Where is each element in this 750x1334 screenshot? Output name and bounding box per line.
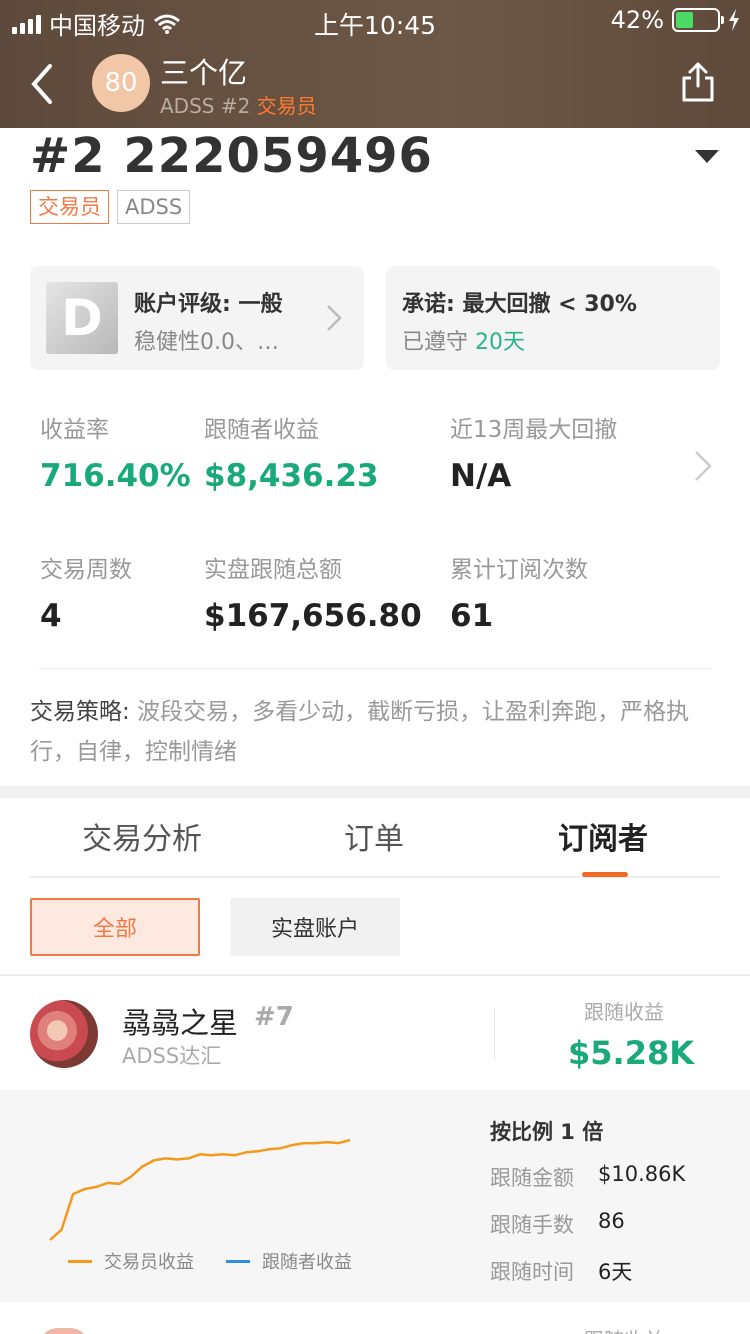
tab-bar: 交易分析 订单 订阅者 (30, 798, 720, 878)
promise-card: 承诺: 最大回撤 < 30% 已遵守 20天 (386, 266, 720, 370)
detail-label-time: 跟随时间 (490, 1260, 574, 1284)
strategy-key: 交易策略: (30, 699, 130, 725)
battery-icon (672, 8, 724, 32)
rating-sub: 稳健性0.0、… (134, 330, 279, 355)
tab-subscribers[interactable]: 订阅者 (558, 814, 648, 858)
trader-role: 交易员 (256, 94, 317, 118)
detail-value-lots: 86 (598, 1209, 625, 1233)
subscriber-profit-chart (49, 1138, 351, 1241)
detail-label-amount: 跟随金额 (490, 1166, 574, 1190)
trader-broker: ADSS (160, 94, 215, 118)
legend-label-trader: 交易员收益 (104, 1252, 194, 1273)
stat-label-follower-profit: 跟随者收益 (204, 417, 319, 443)
rating-card[interactable]: D 账户评级: 一般 稳健性0.0、… (30, 266, 364, 370)
tab-indicator (582, 872, 628, 877)
subscriber-earn-label: 跟随收益 (584, 1000, 664, 1024)
detail-value-amount: $10.86K (598, 1162, 686, 1186)
trader-avatar[interactable]: 80 (92, 54, 150, 112)
stat-label-weeks: 交易周数 (40, 557, 132, 583)
filter-real-account[interactable]: 实盘账户 (230, 898, 400, 956)
legend-label-follower: 跟随者收益 (262, 1252, 352, 1273)
divider (38, 668, 712, 669)
legend-swatch-trader (68, 1259, 92, 1263)
stat-value-follower-profit: $8,436.23 (204, 458, 379, 494)
next-subscriber-avatar[interactable] (38, 1328, 90, 1334)
battery-group: 42% (611, 6, 740, 34)
rating-title: 账户评级: 一般 (134, 292, 283, 317)
back-arrow-icon[interactable] (26, 62, 66, 106)
tab-analysis[interactable]: 交易分析 (82, 814, 202, 858)
battery-percent: 42% (610, 6, 664, 34)
subscriber-name: 骉骉之星 (122, 1006, 239, 1040)
promise-sub: 已遵守 20天 (402, 324, 525, 356)
next-earn-label: 跟随收益 (584, 1324, 664, 1334)
stat-value-follow-total: $167,656.80 (204, 598, 422, 634)
stat-value-weeks: 4 (40, 598, 62, 634)
promise-title: 承诺: 最大回撤 < 30% (402, 292, 637, 317)
stat-label-follow-total: 实盘跟随总额 (204, 557, 342, 583)
subscriber-rank: #7 (254, 1002, 294, 1032)
grade-badge: D (46, 282, 118, 354)
stat-label-return: 收益率 (40, 417, 109, 443)
stat-value-return: 716.40% (40, 458, 191, 494)
status-bar: 中国移动 上午10:45 42% (0, 0, 750, 40)
top-header: 中国移动 上午10:45 42% 80 三个亿 ADSS #2 交易员 (0, 0, 750, 128)
account-tags: 交易员 ADSS (30, 190, 191, 224)
tab-orders[interactable]: 订单 (344, 814, 404, 858)
trader-rank: #2 (220, 94, 251, 118)
chevron-right-icon[interactable] (694, 450, 712, 482)
promise-prefix: 已遵守 (402, 330, 469, 355)
divider (0, 974, 750, 976)
legend-follower: 跟随者收益 (226, 1248, 352, 1274)
detail-value-time: 6天 (598, 1260, 633, 1284)
promise-days: 20天 (475, 330, 526, 355)
charging-icon (729, 9, 739, 31)
trader-name: 三个亿 (160, 56, 248, 90)
legend-swatch-follower (226, 1259, 250, 1263)
section-gap (0, 786, 750, 798)
stat-value-subscriptions: 61 (450, 598, 494, 634)
subscriber-earn-value: $5.28K (568, 1034, 695, 1072)
tag-role: 交易员 (30, 190, 109, 224)
account-dropdown-icon[interactable] (695, 150, 719, 163)
filter-all[interactable]: 全部 (30, 898, 200, 956)
strategy-text: 交易策略: 波段交易，多看少动，截断亏损，让盈利奔跑，严格执行，自律，控制情绪 (30, 692, 720, 772)
account-title: #2 222059496 (30, 128, 433, 184)
stat-value-drawdown: N/A (450, 458, 512, 494)
series-line-0 (49, 1138, 351, 1241)
subscriber-broker: ADSS达汇 (122, 1044, 222, 1068)
share-icon[interactable] (680, 60, 716, 104)
stat-label-drawdown: 近13周最大回撤 (450, 417, 618, 443)
stat-label-subscriptions: 累计订阅次数 (450, 557, 588, 583)
detail-label-lots: 跟随手数 (490, 1213, 574, 1237)
subscriber-avatar[interactable] (30, 1000, 98, 1068)
divider (494, 1008, 495, 1060)
chevron-right-icon (327, 305, 342, 331)
tag-broker: ADSS (117, 190, 191, 224)
follow-ratio: 按比例 1 倍 (490, 1120, 604, 1144)
trader-subtitle: ADSS #2 交易员 (160, 90, 317, 119)
legend-trader: 交易员收益 (68, 1248, 194, 1274)
